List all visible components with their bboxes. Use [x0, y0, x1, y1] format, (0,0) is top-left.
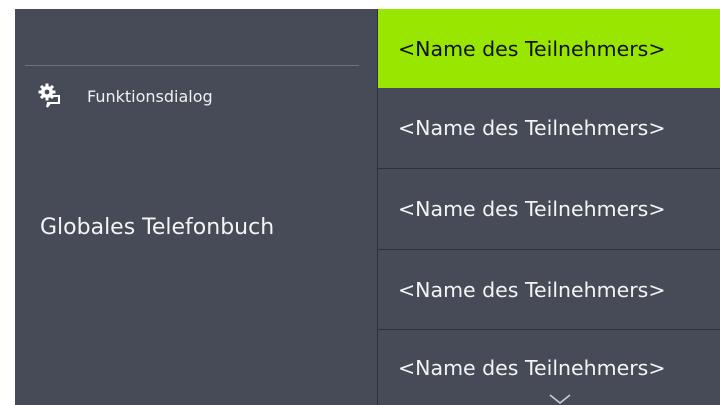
list-item-label: <Name des Teilnehmers> [398, 277, 666, 302]
chevron-down-icon[interactable] [548, 390, 572, 405]
list-item-label: <Name des Teilnehmers> [398, 355, 666, 380]
list-item-label: <Name des Teilnehmers> [398, 116, 666, 140]
list-item-label: <Name des Teilnehmers> [398, 36, 666, 61]
list-item[interactable]: <Name des Teilnehmers> [378, 169, 720, 249]
page-title: Globales Telefonbuch [40, 215, 275, 240]
gear-speech-bubble-icon [37, 82, 71, 110]
list-item-selected[interactable]: <Name des Teilnehmers> [378, 9, 720, 88]
list-item[interactable]: <Name des Teilnehmers> [378, 88, 720, 168]
list-item[interactable]: <Name des Teilnehmers> [378, 250, 720, 329]
phone-screen: Funktionsdialog Globales Telefonbuch <Na… [15, 9, 720, 405]
participant-list: <Name des Teilnehmers> <Name des Teilneh… [377, 9, 720, 405]
list-item-label: <Name des Teilnehmers> [398, 197, 666, 221]
left-panel: Funktionsdialog Globales Telefonbuch [15, 9, 377, 405]
function-dialog-button[interactable]: Funktionsdialog [37, 81, 213, 111]
function-dialog-label: Funktionsdialog [87, 86, 213, 106]
divider [25, 65, 359, 66]
